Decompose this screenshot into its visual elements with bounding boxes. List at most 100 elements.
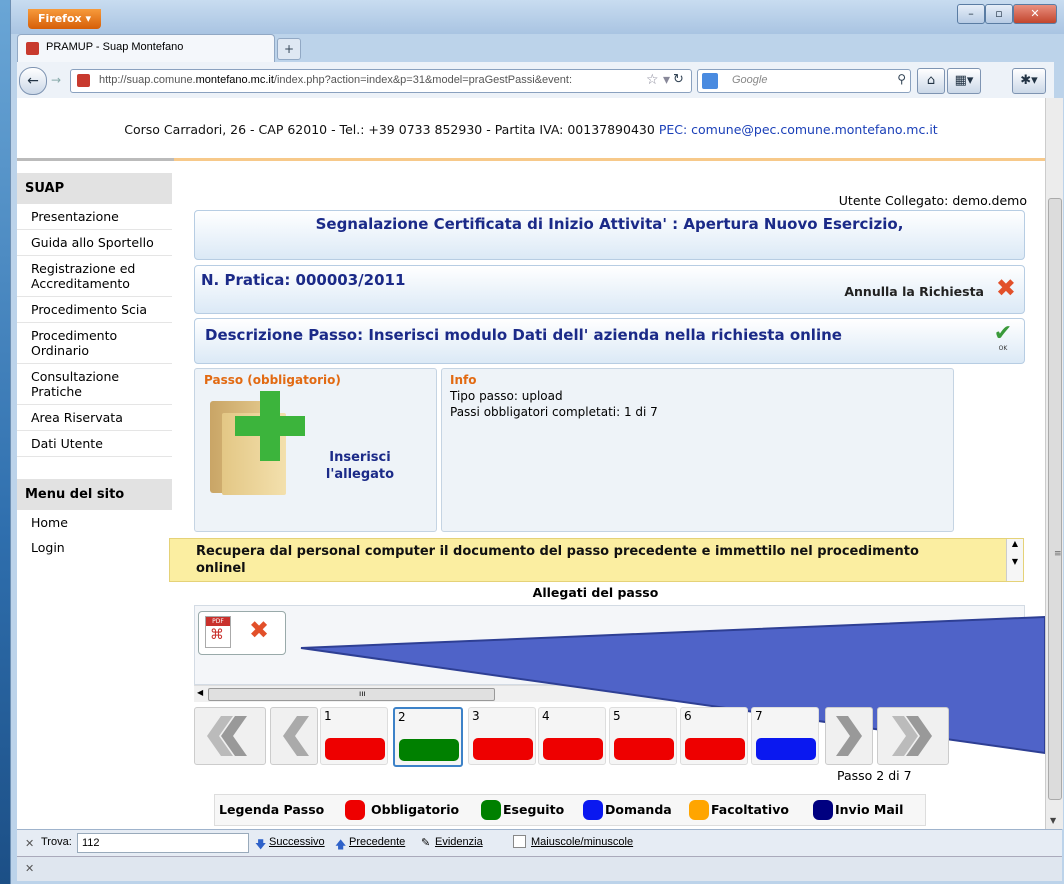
cancel-x-icon[interactable]: ✖ — [996, 276, 1016, 300]
navigation-toolbar: ← → http://suap.comune.montefano.mc.it/i… — [17, 62, 1054, 99]
step-number: 7 — [755, 709, 763, 723]
hint-scrollbar[interactable]: ▲ ▼ — [1006, 539, 1023, 581]
reload-icon[interactable]: ↻ — [673, 72, 684, 87]
forward-icon[interactable]: → — [47, 71, 65, 89]
close-status-icon[interactable]: ✕ — [25, 862, 34, 875]
url-text: http://suap.comune.montefano.mc.it/index… — [99, 74, 573, 86]
step-counter: Passo 2 di 7 — [837, 768, 912, 783]
find-next-button[interactable]: Successivo — [269, 836, 325, 848]
next-step-button[interactable] — [825, 707, 873, 765]
contact-info: Corso Carradori, 26 - CAP 62010 - Tel.: … — [17, 122, 1045, 137]
addon-icon[interactable]: ✱▾ — [1012, 68, 1046, 94]
find-input[interactable]: 112 — [77, 833, 249, 853]
step-7[interactable]: 7 — [751, 707, 819, 765]
annulla-link[interactable]: Annulla la Richiesta — [844, 284, 984, 299]
chevron-left-icon — [283, 716, 309, 756]
firefox-menu-button[interactable]: Firefox ▾ — [28, 9, 101, 29]
status-bar: ✕ — [17, 856, 1062, 881]
last-step-button[interactable] — [877, 707, 949, 765]
step-number: 1 — [324, 709, 332, 723]
arrow-up-icon[interactable]: 🡅 — [335, 836, 346, 855]
sidebar-item-scia[interactable]: Procedimento Scia — [17, 297, 172, 323]
home-icon[interactable]: ⌂ — [917, 68, 945, 94]
legend-swatch-domanda — [583, 800, 603, 820]
maximize-button[interactable]: ▫ — [985, 4, 1013, 24]
step-number: 4 — [542, 709, 550, 723]
address-text: Corso Carradori, 26 - CAP 62010 - Tel.: … — [124, 122, 655, 137]
minimize-button[interactable]: – — [957, 4, 985, 24]
step-number: 5 — [613, 709, 621, 723]
sidebar-item-guida[interactable]: Guida allo Sportello — [17, 230, 172, 256]
double-chevron-left-icon — [207, 716, 247, 756]
first-step-button[interactable] — [194, 707, 266, 765]
bookmark-star-icon[interactable]: ☆ ▾ — [646, 72, 670, 88]
arrow-down-icon[interactable]: 🡇 — [255, 836, 266, 855]
chevron-right-icon — [836, 716, 862, 756]
find-prev-button[interactable]: Precedente — [349, 836, 405, 848]
logged-user: Utente Collegato: demo.demo — [838, 193, 1027, 208]
inserisci-allegato-link[interactable]: Inserisci l'allegato — [320, 449, 400, 483]
legend-title: Legenda Passo — [219, 802, 325, 817]
sidebar-item-ordinario[interactable]: Procedimento Ordinario — [17, 323, 172, 364]
header-divider — [17, 158, 1045, 161]
google-icon — [702, 73, 718, 89]
pdf-label: PDF — [206, 617, 230, 626]
step-status-bar — [614, 738, 674, 760]
close-window-button[interactable]: ✕ — [1013, 4, 1057, 24]
bookmarks-icon[interactable]: ▦▾ — [947, 68, 981, 94]
back-icon[interactable]: ← — [19, 67, 47, 95]
sidebar-item-presentazione[interactable]: Presentazione — [17, 204, 172, 230]
step-status-bar — [325, 738, 385, 760]
info-panel: Info Tipo passo: upload Passi obbligator… — [441, 368, 954, 532]
hint-text: Recupera dal personal computer il docume… — [196, 544, 919, 576]
highlight-pen-icon[interactable]: ✎ — [421, 836, 430, 849]
find-label: Trova: — [41, 836, 72, 848]
new-tab-button[interactable]: + — [277, 38, 301, 60]
find-bar: ✕ Trova: 112 🡇 Successivo 🡅 Precedente ✎… — [17, 829, 1062, 856]
sidebar-item-consultazione[interactable]: Consultazione Pratiche — [17, 364, 172, 405]
sidebar-item-registrazione[interactable]: Registrazione ed Accreditamento — [17, 256, 172, 297]
close-find-icon[interactable]: ✕ — [25, 837, 34, 850]
horizontal-scrollbar[interactable]: ◀ ııı — [194, 685, 1023, 702]
step-status-bar — [399, 739, 459, 761]
step-1[interactable]: 1 — [320, 707, 388, 765]
step-status-bar — [685, 738, 745, 760]
step-number: 6 — [684, 709, 692, 723]
step-3[interactable]: 3 — [468, 707, 536, 765]
sidebar-item-login[interactable]: Login — [17, 535, 172, 560]
highlight-button[interactable]: Evidenzia — [435, 836, 483, 848]
search-placeholder: Google — [732, 74, 768, 86]
pec-link[interactable]: PEC: comune@pec.comune.montefano.mc.it — [659, 122, 938, 137]
procedure-title-box: Segnalazione Certificata di Inizio Attiv… — [194, 210, 1025, 260]
description-box: Descrizione Passo: Inserisci modulo Dati… — [194, 318, 1025, 364]
step-6[interactable]: 6 — [680, 707, 748, 765]
legend-swatch-eseguito — [481, 800, 501, 820]
browser-tab[interactable]: PRAMUP - Suap Montefano — [17, 34, 275, 63]
step-legend: Legenda Passo Obbligatorio Eseguito Doma… — [214, 794, 926, 826]
url-bar[interactable]: http://suap.comune.montefano.mc.it/index… — [70, 69, 692, 93]
sidebar-item-area-riservata[interactable]: Area Riservata — [17, 405, 172, 431]
sidebar-item-home[interactable]: Home — [17, 510, 172, 535]
delete-attachment-icon[interactable]: ✖ — [249, 618, 269, 642]
info-title: Info — [450, 373, 477, 387]
vertical-scrollbar[interactable]: ≡ ▼ — [1045, 98, 1063, 829]
prev-step-button[interactable] — [270, 707, 318, 765]
folder-add-icon[interactable] — [210, 391, 305, 495]
step-5[interactable]: 5 — [609, 707, 677, 765]
sidebar-item-dati-utente[interactable]: Dati Utente — [17, 431, 172, 457]
site-favicon-icon — [26, 42, 39, 55]
match-case-label[interactable]: Maiuscole/minuscole — [531, 836, 633, 848]
procedure-title: Segnalazione Certificata di Inizio Attiv… — [315, 215, 904, 233]
step-status-bar — [756, 738, 816, 760]
pdf-icon[interactable]: PDF ⌘ — [205, 616, 231, 648]
legend-label-eseguito: Eseguito — [503, 802, 565, 817]
match-case-checkbox[interactable] — [513, 835, 526, 848]
sidebar: SUAP Presentazione Guida allo Sportello … — [17, 173, 172, 560]
step-2[interactable]: 2 — [393, 707, 463, 767]
legend-swatch-invio-mail — [813, 800, 833, 820]
step-4[interactable]: 4 — [538, 707, 606, 765]
search-box[interactable]: Google ⚲ — [697, 69, 911, 93]
search-icon[interactable]: ⚲ — [897, 72, 906, 86]
ok-check-icon[interactable]: ✔ OK — [992, 323, 1014, 355]
legend-label-invio-mail: Invio Mail — [835, 802, 904, 817]
